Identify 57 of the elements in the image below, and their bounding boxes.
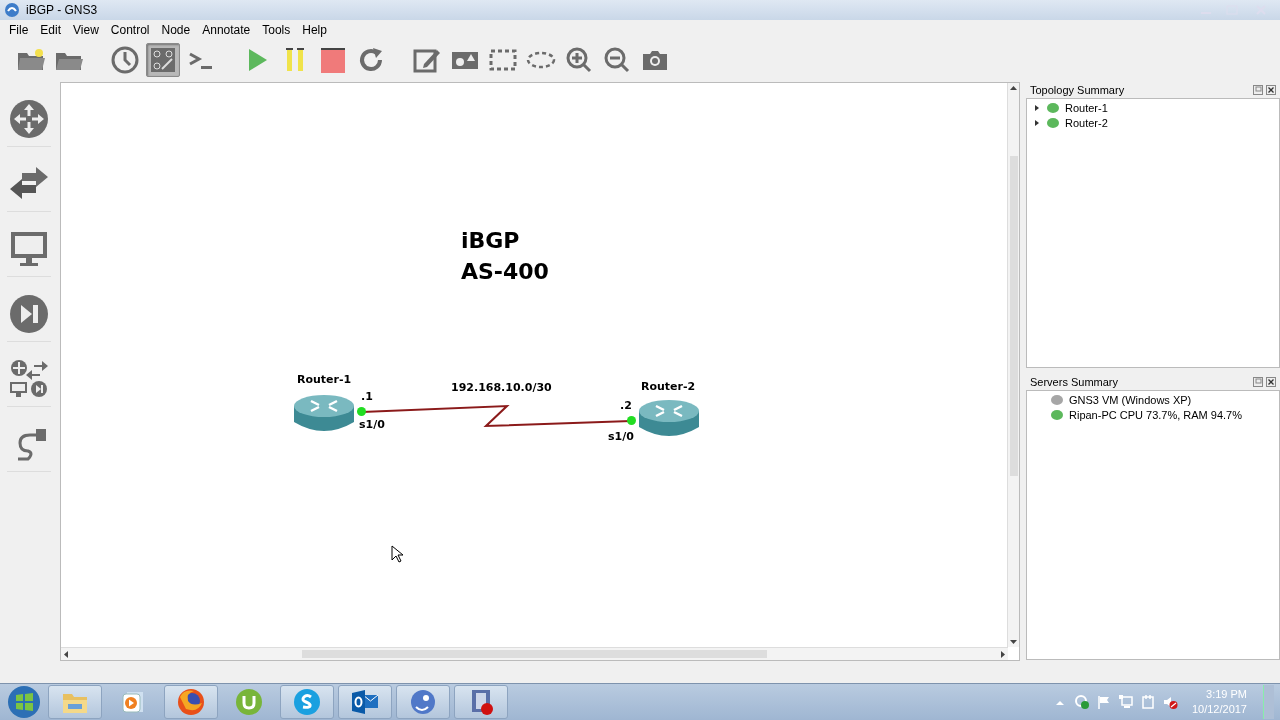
window-title: iBGP - GNS3 (26, 3, 98, 17)
panel-title: Topology Summary (1030, 83, 1125, 96)
menu-item[interactable]: Control (104, 22, 156, 37)
port-dot (357, 406, 366, 416)
note-text: iBGP (461, 226, 521, 255)
port-address: .2 (620, 398, 632, 412)
router-icon[interactable] (293, 393, 355, 434)
link-label: 192.168.10.0/30 (451, 380, 552, 394)
menu-item[interactable]: View (67, 22, 105, 37)
server-item: Ripan-PC CPU 73.7%, RAM 94.7% (1069, 409, 1242, 422)
scroll-left-icon[interactable] (61, 649, 70, 659)
taskbar-button[interactable] (280, 685, 334, 719)
menu-item[interactable]: Node (155, 22, 197, 37)
mail-icon (350, 687, 380, 717)
menu-item[interactable]: Annotate (196, 22, 257, 37)
play-pause-icon[interactable] (8, 292, 50, 335)
speaker-muted-icon[interactable] (1161, 694, 1178, 710)
router-icon[interactable] (638, 398, 700, 439)
expand-arrow-icon[interactable] (1033, 119, 1041, 128)
port-dot (627, 415, 636, 425)
app-logo-icon (4, 2, 20, 18)
clock-date: 10/12/2017 (1191, 702, 1247, 717)
scrollbar-thumb[interactable] (1009, 155, 1018, 476)
scroll-right-icon[interactable] (999, 649, 1008, 659)
node-label: Router-1 (297, 372, 352, 386)
menu-item[interactable]: File (3, 22, 35, 37)
toolbar-button[interactable] (146, 42, 180, 77)
expand-arrow-icon[interactable] (1033, 104, 1041, 113)
taskbar-button[interactable] (454, 685, 508, 719)
tree-item[interactable]: Router-1 (1065, 102, 1108, 115)
menu-item[interactable]: Tools (256, 22, 297, 37)
port-address: .1 (361, 389, 373, 403)
scrollbar-thumb[interactable] (302, 650, 767, 659)
browser-icon (176, 687, 206, 717)
chameleon-icon (408, 687, 438, 717)
devices-icon[interactable] (8, 357, 50, 400)
panel-title: Servers Summary (1030, 375, 1119, 388)
tree-item[interactable]: Router-2 (1065, 117, 1108, 130)
cursor-icon (391, 544, 403, 563)
taskbar-button[interactable] (338, 685, 392, 719)
clock-icon (110, 44, 140, 75)
port-label: s1/0 (359, 417, 385, 431)
node-label: Router-2 (641, 379, 696, 393)
menu-item[interactable]: Help (296, 22, 333, 37)
clock-time: 3:19 PM (1206, 687, 1247, 702)
taskbar-button[interactable] (164, 685, 218, 719)
torrent-icon (234, 687, 264, 717)
note-text: AS-400 (461, 257, 549, 286)
router-icon[interactable] (8, 97, 50, 140)
port-label: s1/0 (608, 429, 634, 443)
close-icon[interactable] (1266, 376, 1276, 387)
sync-icon[interactable] (1073, 694, 1090, 710)
server-item: GNS3 VM (Windows XP) (1069, 394, 1192, 407)
taskbar-button[interactable] (396, 685, 450, 719)
menu-item[interactable]: Edit (34, 22, 68, 37)
close-icon[interactable] (1266, 84, 1276, 95)
chat-icon (292, 687, 322, 717)
